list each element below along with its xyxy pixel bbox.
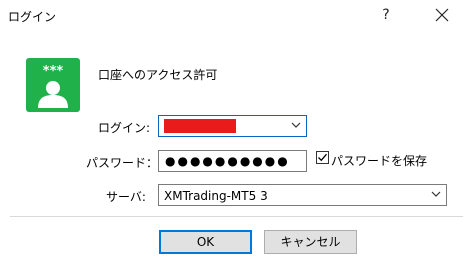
login-combobox[interactable] — [158, 115, 307, 137]
ok-button[interactable]: OK — [159, 230, 252, 254]
close-icon — [435, 8, 449, 22]
redacted-login-value — [164, 119, 236, 133]
help-button[interactable]: ? — [377, 5, 395, 25]
password-value: ●●●●●●●●●● — [165, 154, 290, 168]
close-button[interactable] — [433, 5, 451, 25]
save-password-label[interactable]: パスワードを保存 — [331, 152, 427, 169]
dialog-heading: 口座へのアクセス許可 — [98, 68, 218, 82]
chevron-down-icon — [291, 122, 301, 128]
cancel-button[interactable]: キャンセル — [264, 230, 357, 254]
check-icon — [318, 153, 327, 162]
window-title: ログイン — [8, 10, 57, 24]
server-select[interactable]: XMTrading-MT5 3 — [158, 184, 447, 206]
password-label: パスワード： — [86, 156, 159, 170]
save-password-checkbox[interactable] — [316, 151, 329, 164]
account-access-icon: *** — [26, 58, 80, 112]
server-label: サーバ: — [106, 190, 146, 204]
password-input[interactable]: ●●●●●●●●●● — [158, 150, 307, 172]
login-label: ログイン: — [98, 121, 151, 135]
server-value: XMTrading-MT5 3 — [164, 189, 268, 203]
chevron-down-icon — [431, 191, 441, 197]
password-asterisks: *** — [43, 64, 64, 79]
divider — [10, 216, 463, 217]
